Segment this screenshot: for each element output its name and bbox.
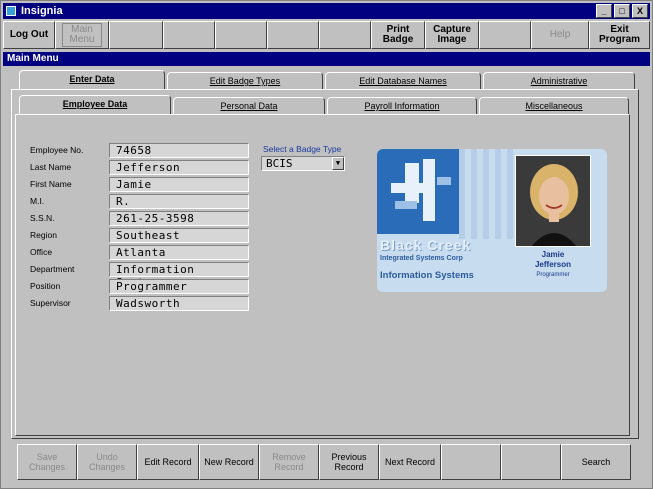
label-office: Office: [30, 247, 53, 257]
tab-payroll-information[interactable]: Payroll Information: [327, 97, 477, 115]
main-menu-bar: Main Menu: [3, 52, 650, 66]
office-field[interactable]: Atlanta: [109, 245, 249, 260]
window-controls: _ □ X: [596, 4, 648, 18]
new-record-button[interactable]: New Record: [199, 444, 259, 480]
badge-type-label: Select a Badge Type: [263, 144, 342, 154]
badge-type-value: BCIS: [266, 157, 293, 170]
print-badge-button[interactable]: Print Badge: [371, 21, 425, 49]
tab-administrative[interactable]: Administrative: [483, 72, 635, 90]
employee-no-field[interactable]: 74658: [109, 143, 249, 158]
tab-employee-data[interactable]: Employee Data: [19, 95, 171, 115]
employee-photo: [515, 155, 591, 247]
toolbar-blank-5: [319, 21, 371, 49]
label-region: Region: [30, 230, 57, 240]
company-logo: [377, 149, 459, 234]
position-field[interactable]: Programmer: [109, 279, 249, 294]
badge-preview: Black Creek Integrated Systems Corp Info…: [377, 149, 607, 292]
maximize-button[interactable]: □: [614, 4, 630, 18]
mi-field[interactable]: R.: [109, 194, 249, 209]
badge-first-name: Jamie: [541, 250, 565, 259]
badge-pattern: [459, 149, 513, 239]
close-button[interactable]: X: [632, 4, 648, 18]
last-name-field[interactable]: Jefferson: [109, 160, 249, 175]
main-menu-label: Main Menu: [62, 23, 102, 47]
toolbar-blank-4: [267, 21, 319, 49]
region-field[interactable]: Southeast: [109, 228, 249, 243]
chevron-down-icon[interactable]: ▼: [332, 157, 344, 170]
remove-record-button[interactable]: Remove Record: [259, 444, 319, 480]
undo-changes-button[interactable]: Undo Changes: [77, 444, 137, 480]
bottom-button-bar: Save Changes Undo Changes Edit Record Ne…: [17, 444, 631, 480]
previous-record-button[interactable]: Previous Record: [319, 444, 379, 480]
next-record-button[interactable]: Next Record: [379, 444, 441, 480]
top-tab-row: Enter Data Edit Badge Types Edit Databas…: [19, 70, 637, 90]
badge-company: Black Creek: [380, 237, 472, 253]
toolbar: Log Out Main Menu Print Badge Capture Im…: [3, 21, 650, 49]
tab-miscellaneous[interactable]: Miscellaneous: [479, 97, 629, 115]
bottom-blank-2: [501, 444, 561, 480]
minimize-button[interactable]: _: [596, 4, 612, 18]
tab-edit-database-names[interactable]: Edit Database Names: [325, 72, 481, 90]
label-employee-no: Employee No.: [30, 145, 84, 155]
employee-data-panel: Employee No. Last Name First Name M.I. S…: [15, 114, 630, 436]
help-button[interactable]: Help: [531, 21, 589, 49]
badge-subcompany: Integrated Systems Corp: [380, 255, 463, 262]
label-supervisor: Supervisor: [30, 298, 71, 308]
label-position: Position: [30, 281, 61, 291]
label-department: Department: [30, 264, 75, 274]
label-last-name: Last Name: [30, 162, 72, 172]
window-title: Insignia: [21, 5, 63, 17]
app-window: Insignia _ □ X Log Out Main Menu Print B…: [0, 0, 653, 489]
toolbar-blank-2: [163, 21, 215, 49]
bottom-blank-1: [441, 444, 501, 480]
badge-type-select[interactable]: BCIS ▼: [261, 156, 345, 171]
badge-title: Programmer: [536, 272, 570, 278]
sub-tab-row: Employee Data Personal Data Payroll Info…: [19, 95, 631, 115]
first-name-field[interactable]: Jamie: [109, 177, 249, 192]
portrait-image: [516, 156, 590, 246]
badge-department: Information Systems: [380, 270, 474, 281]
badge-last-name: Jefferson: [534, 260, 571, 269]
capture-image-button[interactable]: Capture Image: [425, 21, 479, 49]
logo-mark-icon: [391, 159, 451, 221]
edit-record-button[interactable]: Edit Record: [137, 444, 199, 480]
toolbar-blank-1: [109, 21, 163, 49]
label-mi: M.I.: [30, 196, 45, 206]
title-bar: Insignia _ □ X: [3, 3, 650, 19]
supervisor-field[interactable]: Wadsworth: [109, 296, 249, 311]
ssn-field[interactable]: 261-25-3598: [109, 211, 249, 226]
toolbar-blank-3: [215, 21, 267, 49]
department-field[interactable]: Information Systems: [109, 262, 249, 289]
toolbar-blank-6: [479, 21, 531, 49]
search-button[interactable]: Search: [561, 444, 631, 480]
tab-personal-data[interactable]: Personal Data: [173, 97, 325, 115]
logout-button[interactable]: Log Out: [3, 21, 55, 49]
tab-enter-data[interactable]: Enter Data: [19, 70, 165, 90]
label-ssn: S.S.N.: [30, 213, 55, 223]
app-icon: [6, 6, 16, 16]
save-changes-button[interactable]: Save Changes: [17, 444, 77, 480]
tab-edit-badge-types[interactable]: Edit Badge Types: [167, 72, 323, 90]
main-menu-button[interactable]: Main Menu: [55, 21, 109, 49]
exit-program-button[interactable]: Exit Program: [589, 21, 650, 49]
label-first-name: First Name: [30, 179, 72, 189]
